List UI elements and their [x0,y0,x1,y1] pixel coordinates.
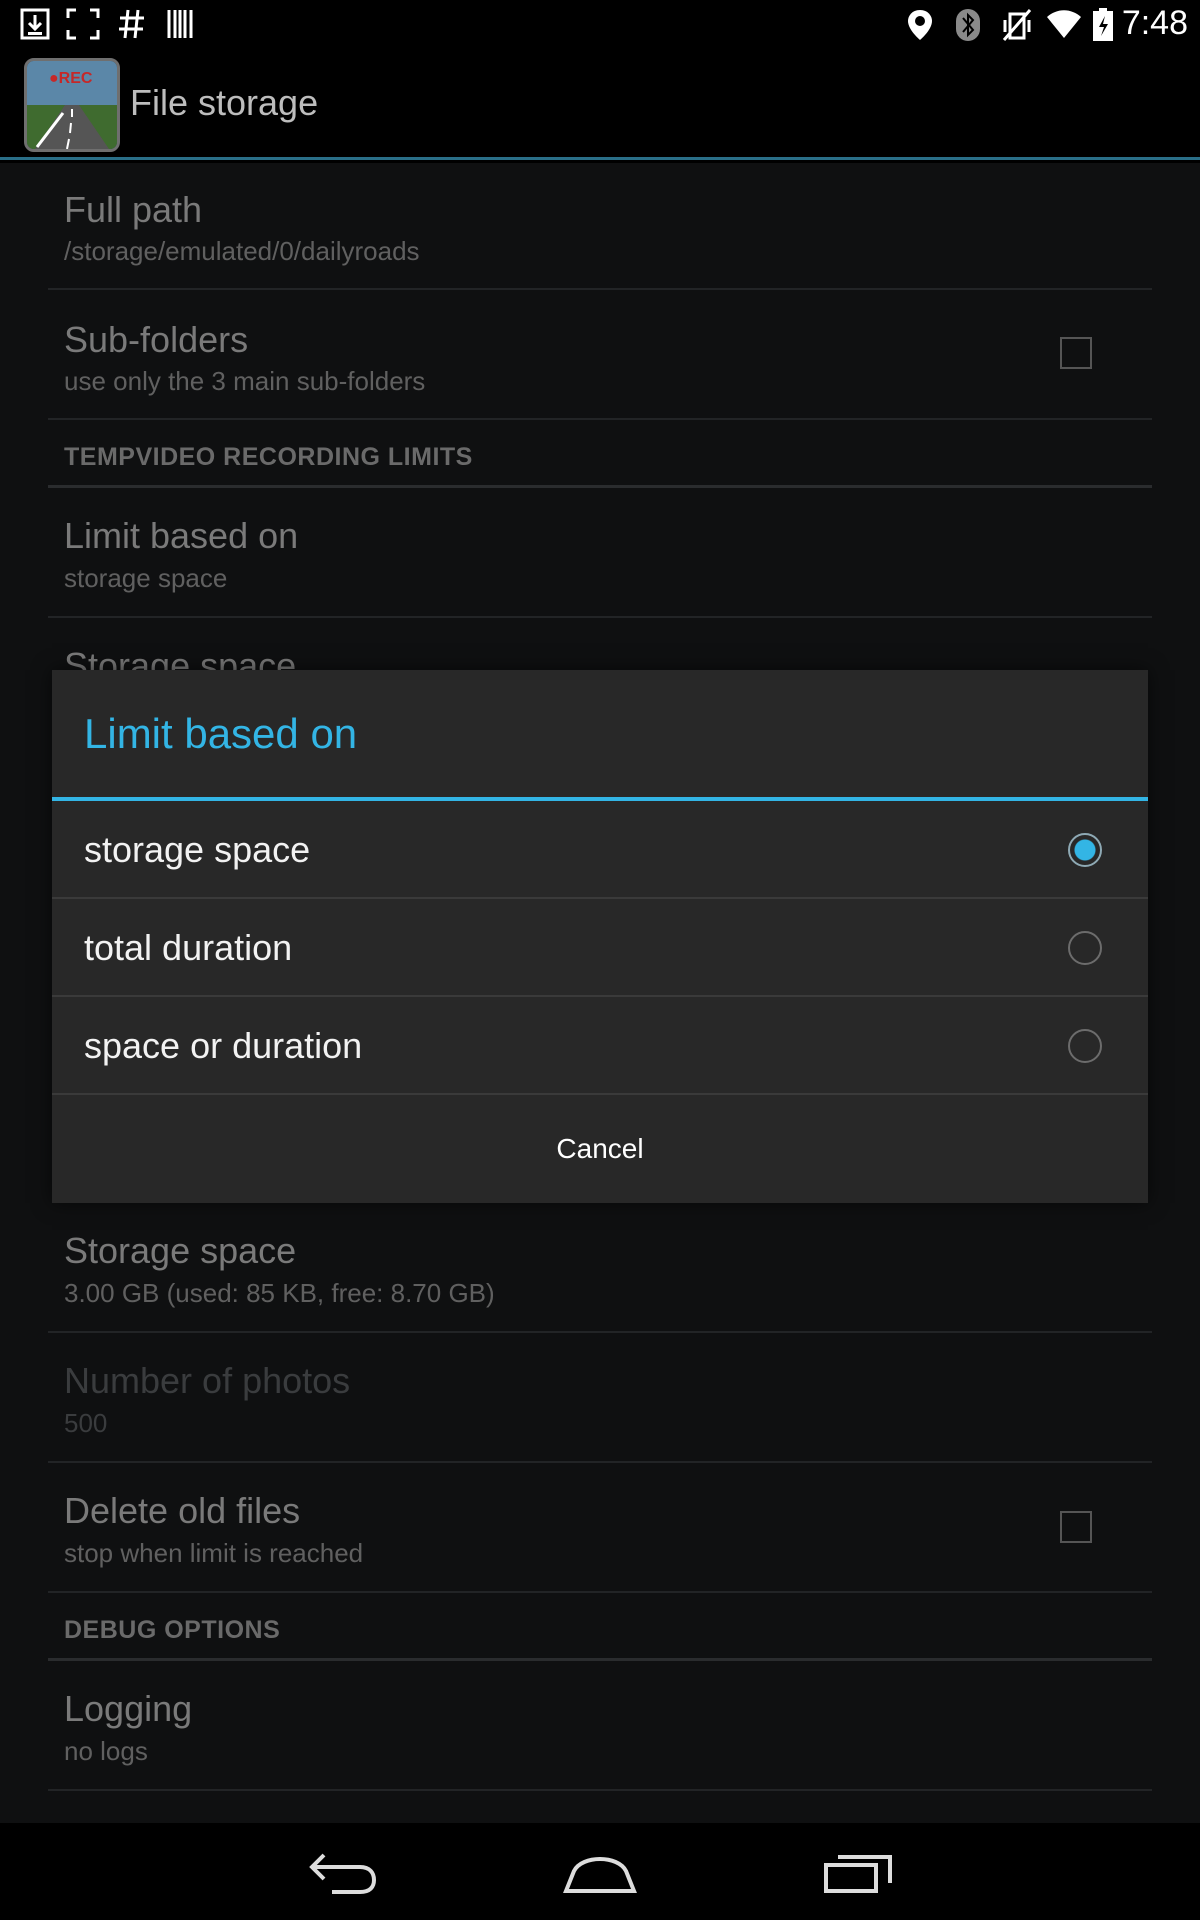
bluetooth-icon [954,8,982,47]
delete-old-files-checkbox[interactable] [1060,1511,1092,1543]
pref-summary: storage space [64,563,228,593]
cancel-button[interactable]: Cancel [52,1095,1148,1203]
pref-title: Logging [64,1688,193,1729]
vibrate-icon [1002,8,1032,47]
pref-title: Number of photos [64,1360,351,1401]
screenshot-icon [66,8,100,45]
dialog-footer: Cancel [52,1095,1148,1203]
option-label: total duration [84,927,293,968]
pref-summary: use only the 3 main sub-folders [64,366,426,396]
wifi-icon [1046,8,1082,45]
pref-number-of-photos: Number of photos 500 [48,1333,1152,1463]
pref-summary: no logs [64,1736,148,1766]
battery-icon [1092,8,1114,47]
option-label: space or duration [84,1025,363,1066]
dialog-title: Limit based on [84,710,358,757]
pref-sub-folders[interactable]: Sub-folders use only the 3 main sub-fold… [48,290,1152,420]
pref-summary: /storage/emulated/0/dailyroads [64,236,420,266]
action-bar: ●REC File storage [0,50,1200,160]
pref-limit-based-on[interactable]: Limit based on storage space [48,488,1152,618]
clock: 7:48 [1121,4,1188,42]
barcode-icon [166,8,194,45]
pref-storage-space[interactable]: Storage space 3.00 GB (used: 85 KB, free… [48,1203,1152,1333]
option-total-duration[interactable]: total duration [52,899,1148,997]
location-icon [906,8,934,47]
pref-title: Delete old files [64,1490,301,1531]
back-icon[interactable] [308,1845,378,1902]
pref-title: Storage space [64,1230,297,1271]
download-icon [20,8,50,45]
category-recording-limits: TEMPVIDEO RECORDING LIMITS [48,420,1152,488]
pref-delete-old-files[interactable]: Delete old files stop when limit is reac… [48,1463,1152,1593]
app-logo-icon[interactable]: ●REC [24,58,120,152]
category-label: DEBUG OPTIONS [64,1616,281,1644]
recent-apps-icon[interactable] [822,1845,894,1902]
status-bar: 7:48 [0,0,1200,50]
category-debug-options: DEBUG OPTIONS [48,1593,1152,1661]
home-icon[interactable] [562,1845,638,1902]
page-title: File storage [130,82,319,123]
hash-icon [118,8,146,45]
pref-summary: stop when limit is reached [64,1538,364,1568]
pref-title: Full path [64,189,203,230]
pref-logging[interactable]: Logging no logs [48,1661,1152,1791]
pref-title: Sub-folders [64,319,249,360]
sub-folders-checkbox[interactable] [1060,337,1092,369]
pref-full-path[interactable]: Full path /storage/emulated/0/dailyroads [48,163,1152,290]
app-logo-text: ●REC [49,70,93,87]
category-label: TEMPVIDEO RECORDING LIMITS [64,443,473,471]
radio-unselected-icon[interactable] [1068,1029,1102,1063]
limit-based-on-dialog: Limit based on storage space total durat… [52,670,1148,1203]
pref-title: Limit based on [64,515,299,556]
pref-summary: 3.00 GB (used: 85 KB, free: 8.70 GB) [64,1278,495,1308]
navigation-bar [0,1823,1200,1920]
option-label: storage space [84,829,311,870]
option-storage-space[interactable]: storage space [52,801,1148,899]
option-space-or-duration[interactable]: space or duration [52,997,1148,1095]
radio-selected-icon[interactable] [1068,833,1102,867]
pref-summary: 500 [64,1408,108,1438]
radio-unselected-icon[interactable] [1068,931,1102,965]
